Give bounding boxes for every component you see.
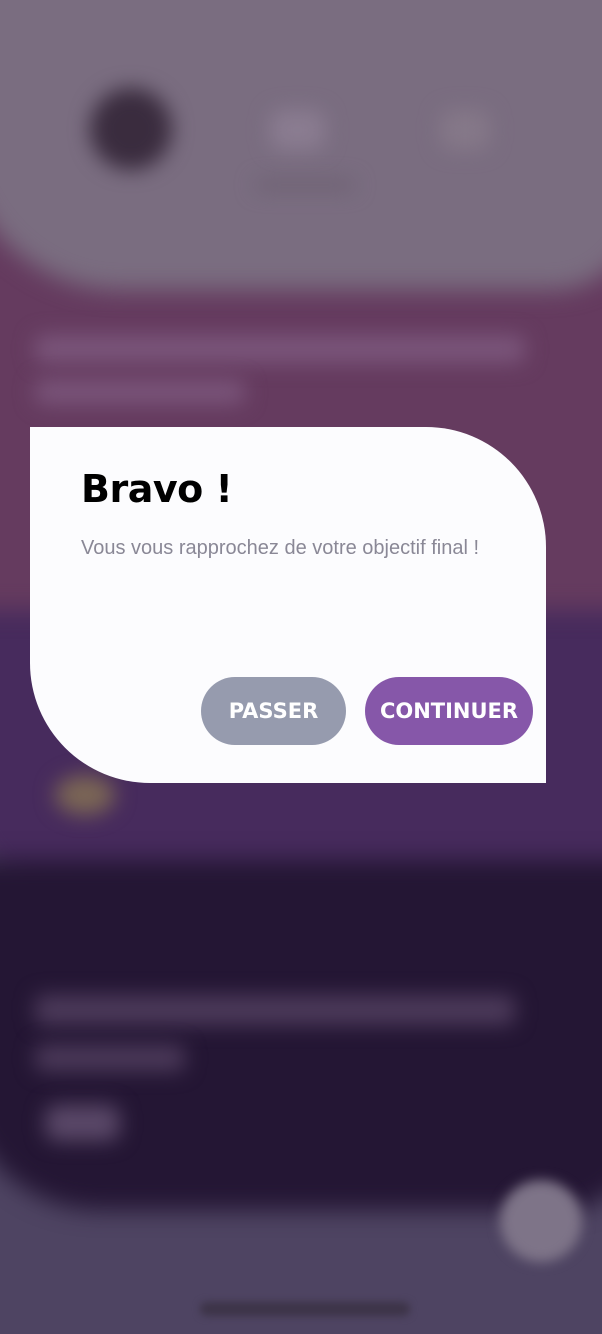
skip-button[interactable]: PASSER: [201, 677, 346, 745]
congratulations-dialog: Bravo ! Vous vous rapprochez de votre ob…: [30, 427, 546, 783]
blurred-tab-icon: [440, 110, 490, 150]
blurred-text-line: [35, 335, 525, 363]
blurred-text-line: [35, 380, 245, 404]
home-indicator: [200, 1302, 410, 1316]
continue-button[interactable]: CONTINUER: [365, 677, 533, 745]
blurred-text-line: [35, 995, 515, 1025]
blurred-tag: [45, 1105, 120, 1141]
blurred-text-line: [35, 1045, 185, 1071]
dialog-message: Vous vous rapprochez de votre objectif f…: [81, 537, 480, 559]
blurred-floating-button: [500, 1180, 582, 1262]
dialog-title: Bravo !: [81, 467, 233, 511]
app-screen: Bravo ! Vous vous rapprochez de votre ob…: [0, 0, 602, 1334]
blurred-tab-label: [255, 180, 355, 190]
blurred-tab-icon: [270, 110, 325, 150]
blurred-avatar: [90, 88, 172, 170]
blurred-lesson-card: [0, 860, 602, 1210]
blurred-badge: [55, 775, 115, 815]
